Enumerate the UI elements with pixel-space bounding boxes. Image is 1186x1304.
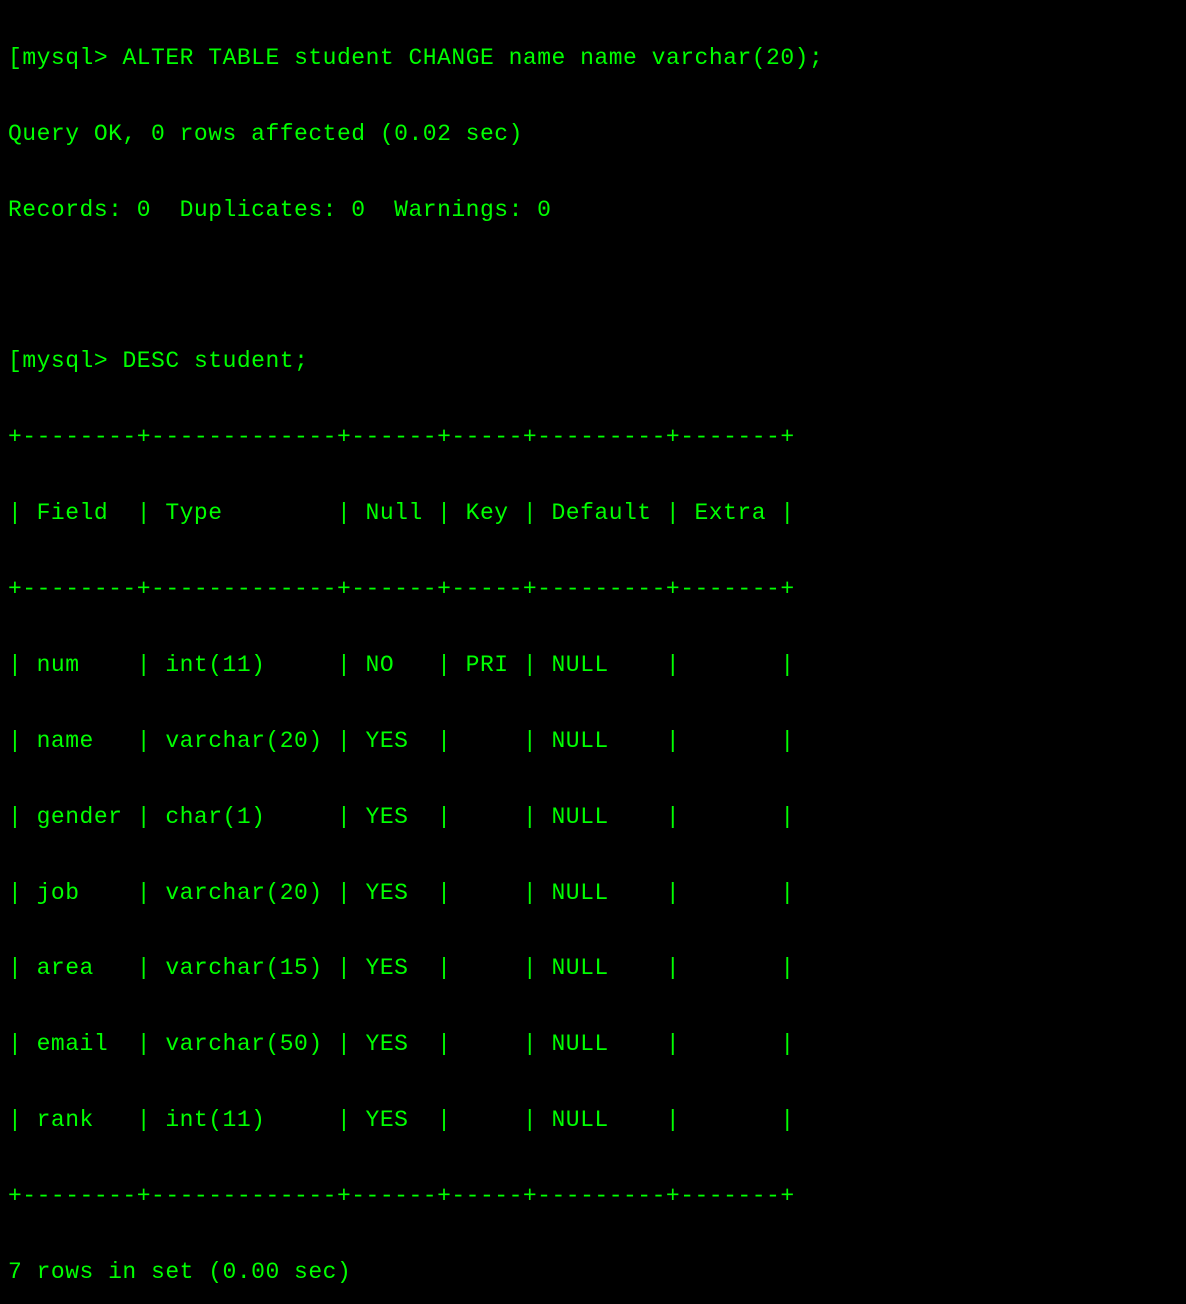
- prompt: mysql>: [22, 45, 108, 71]
- table-row: | job | varchar(20) | YES | | NULL | |: [8, 875, 1178, 913]
- table-row: | name | varchar(20) | YES | | NULL | |: [8, 723, 1178, 761]
- command-line-1: [mysql> ALTER TABLE student CHANGE name …: [8, 40, 1178, 78]
- table-border-top: +--------+-------------+------+-----+---…: [8, 419, 1178, 457]
- result-footer: 7 rows in set (0.00 sec): [8, 1254, 1178, 1292]
- table-row: | rank | int(11) | YES | | NULL | |: [8, 1102, 1178, 1140]
- query-result-ok: Query OK, 0 rows affected (0.02 sec): [8, 116, 1178, 154]
- table-row: | email | varchar(50) | YES | | NULL | |: [8, 1026, 1178, 1064]
- table-row: | area | varchar(15) | YES | | NULL | |: [8, 950, 1178, 988]
- sql-command-desc: DESC student;: [122, 348, 308, 374]
- blank-line: [8, 268, 1178, 306]
- mysql-terminal[interactable]: [mysql> ALTER TABLE student CHANGE name …: [0, 0, 1186, 1304]
- table-row: | gender | char(1) | YES | | NULL | |: [8, 799, 1178, 837]
- query-result-records: Records: 0 Duplicates: 0 Warnings: 0: [8, 192, 1178, 230]
- table-border-bottom: +--------+-------------+------+-----+---…: [8, 1178, 1178, 1216]
- bracket: [: [8, 348, 22, 374]
- prompt: mysql>: [22, 348, 108, 374]
- bracket: [: [8, 45, 22, 71]
- command-line-2: [mysql> DESC student;: [8, 343, 1178, 381]
- sql-command-alter: ALTER TABLE student CHANGE name name var…: [122, 45, 823, 71]
- table-row: | num | int(11) | NO | PRI | NULL | |: [8, 647, 1178, 685]
- table-border-mid: +--------+-------------+------+-----+---…: [8, 571, 1178, 609]
- table-header: | Field | Type | Null | Key | Default | …: [8, 495, 1178, 533]
